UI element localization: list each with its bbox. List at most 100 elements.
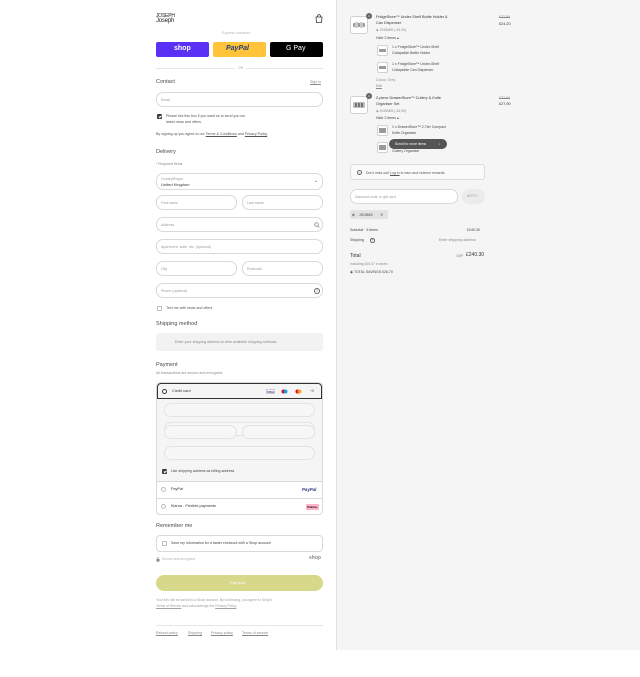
credit-card-radio[interactable] [162, 389, 167, 394]
item-1-sub-2-line-1: 1 x FridgeStore™ Under-Shelf [392, 62, 440, 66]
city-field[interactable]: City [156, 261, 237, 276]
country-value: United Kingdom [161, 182, 190, 187]
total-label: Total [350, 253, 361, 259]
card-expiry-field[interactable] [164, 425, 237, 439]
billing-address-label: Use shipping address as billing address [171, 469, 235, 473]
shipping-method-placeholder: Enter your shipping address to view avai… [175, 340, 278, 344]
payment-options: Credit card VISA +5 Use shipping address… [156, 382, 323, 515]
newsletter-checkbox[interactable] [157, 114, 162, 119]
item-1-name-line-1: FridgeStore™ Under-Shelf Bottle Holder & [376, 15, 448, 19]
shop-disclaimer-line-2: Terms of Service and acknowledge the Pri… [156, 604, 236, 608]
card-cvv-field[interactable] [242, 425, 315, 439]
cart-bag-icon[interactable] [315, 14, 323, 23]
paypal-button[interactable]: PayPal [213, 42, 266, 57]
address-field[interactable]: Address [156, 217, 323, 232]
terms-line: By signing up you agree to our Terms & C… [156, 132, 267, 136]
text-me-label: Text me with news and offers [166, 306, 213, 310]
country-select[interactable]: Country/Region United Kingdom ⌄ [156, 173, 323, 190]
shop-pay-button[interactable]: shop [156, 42, 209, 57]
save-info-label: Save my information for a faster checkou… [171, 541, 271, 545]
savings-label: TOTAL SAVINGS [353, 270, 382, 274]
remove-code-icon[interactable]: ✕ [380, 212, 383, 217]
footer-privacy-policy[interactable]: Privacy policy [211, 631, 233, 635]
chevron-up-icon: ▴ [396, 36, 399, 40]
secure-encrypted-label: Secure and encrypted [162, 557, 196, 561]
applied-code-label: JS15MIS [359, 212, 373, 217]
shop-terms-link[interactable]: Terms of Service [156, 604, 181, 608]
required-fields-note: * Required fields [156, 162, 183, 166]
logo-line-2: Joseph [156, 18, 175, 24]
phone-placeholder: Phone (optional) [161, 289, 188, 293]
first-name-field[interactable]: First name [156, 195, 237, 210]
footer-refund-policy[interactable]: Refund policy [156, 631, 178, 635]
card-number-field[interactable] [164, 403, 315, 417]
item-2-discount-tag: ◈ JS15MIS (-£4.90) [376, 109, 407, 113]
item-1-sub-2-line-2: Collapsible Can Dispenser [392, 68, 434, 72]
item-2-old-price: £32.90 [499, 96, 510, 100]
privacy-link[interactable]: Privacy Policy [245, 132, 267, 136]
google-pay-button[interactable]: G Pay [270, 42, 323, 57]
rewards-login-link[interactable]: Log in [390, 171, 400, 175]
taxes-note: Including £40.07 in taxes [350, 262, 388, 266]
newsletter-label-2: latest news and offers. [166, 120, 202, 124]
brand-logo[interactable]: JOSEPH Joseph [156, 13, 184, 25]
scroll-for-more-tooltip[interactable]: Scroll for more items ↓ [389, 139, 447, 149]
rewards-text: Don't miss out! Log in to earn and redee… [366, 171, 445, 175]
paypal-option[interactable]: PayPal PayPal [157, 481, 322, 498]
item-2-toggle[interactable]: Hide 2 items ▴ [376, 116, 399, 120]
shipping-value: Enter shipping address [439, 238, 476, 242]
credit-card-option[interactable]: Credit card VISA +5 [157, 383, 322, 399]
postcode-placeholder: Postcode [247, 267, 262, 271]
savings-value: £26.70 [382, 270, 393, 274]
discount-code-field[interactable]: Discount code or gift card [350, 189, 458, 204]
item-1-toggle[interactable]: Hide 2 items ▴ [376, 36, 399, 40]
scroll-tooltip-label: Scroll for more items [395, 142, 427, 146]
item-1-edit-link[interactable]: Edit [376, 84, 382, 88]
klarna-option[interactable]: Klarna - Flexible payments Klarna. [157, 498, 322, 514]
billing-address-checkbox[interactable] [162, 469, 167, 474]
chevron-up-icon: ▴ [396, 116, 399, 120]
pay-now-button[interactable]: Pay now [156, 575, 323, 591]
paypal-logo-icon: PayPal [302, 486, 317, 492]
footer-terms-of-service[interactable]: Terms of service [242, 631, 268, 635]
rewards-prefix: Don't miss out! [366, 170, 390, 175]
terms-link[interactable]: Terms & Conditions [206, 132, 237, 136]
apartment-placeholder: Apartment, suite, etc. (optional) [161, 245, 211, 249]
item-1-sub-1-line-1: 1 x FridgeStore™ Under-Shelf [392, 45, 440, 49]
total-savings: ◉ TOTAL SAVINGS £26.70 [350, 270, 393, 274]
email-field[interactable]: Email [156, 92, 323, 107]
save-info-checkbox[interactable] [162, 541, 167, 546]
sign-in-link[interactable]: Sign in [310, 80, 321, 84]
item-2-toggle-label: Hide 2 items [376, 116, 396, 120]
help-icon[interactable]: ? [314, 288, 320, 294]
card-holder-field[interactable] [164, 446, 315, 460]
payment-secure-note: All transactions are secure and encrypte… [156, 371, 224, 375]
applied-discount-chip: ⬖ JS15MIS ✕ [350, 210, 388, 219]
item-2-name-line-1: 2-piece DrawerStore™ Cutlery & Knife [376, 96, 441, 100]
rewards-banner: i Don't miss out! Log in to earn and red… [350, 164, 485, 180]
card-details-panel: Use shipping address as billing address [157, 399, 322, 481]
phone-field[interactable]: Phone (optional) ? [156, 283, 323, 298]
klarna-radio[interactable] [161, 504, 166, 509]
text-me-checkbox[interactable] [157, 306, 162, 311]
item-1-colour: Colour: Grey [376, 78, 396, 82]
postcode-field[interactable]: Postcode [242, 261, 323, 276]
total-currency: GBP [456, 254, 464, 258]
item-2-discount-code: JS15MIS (-£4.90) [379, 109, 407, 113]
newsletter-label-1: Please tick this box if you want us to s… [166, 114, 246, 118]
sub-item-image [377, 125, 388, 136]
subtotal-label: Subtotal · 5 items [350, 228, 378, 232]
item-1-old-price: £27.99 [499, 15, 510, 19]
paypal-radio[interactable] [161, 487, 166, 492]
visa-icon: VISA [266, 389, 275, 394]
last-name-field[interactable]: Last name [242, 195, 323, 210]
item-1-discount-code: JS15MIS (-£4.20) [379, 28, 407, 32]
shop-privacy-link[interactable]: Privacy Policy [215, 604, 236, 608]
item-2-sub-1-line-1: 1 x DrawerStore™ 2-Tier Compact [392, 125, 446, 129]
country-label: Country/Region [161, 176, 184, 181]
apartment-field[interactable]: Apartment, suite, etc. (optional) [156, 239, 323, 254]
apply-discount-button[interactable]: APPLY [462, 189, 485, 204]
shipping-help-icon[interactable]: ? [370, 238, 375, 243]
item-1-name-line-2: Can Dispenser [376, 21, 402, 25]
footer-shipping[interactable]: Shipping [188, 631, 202, 635]
